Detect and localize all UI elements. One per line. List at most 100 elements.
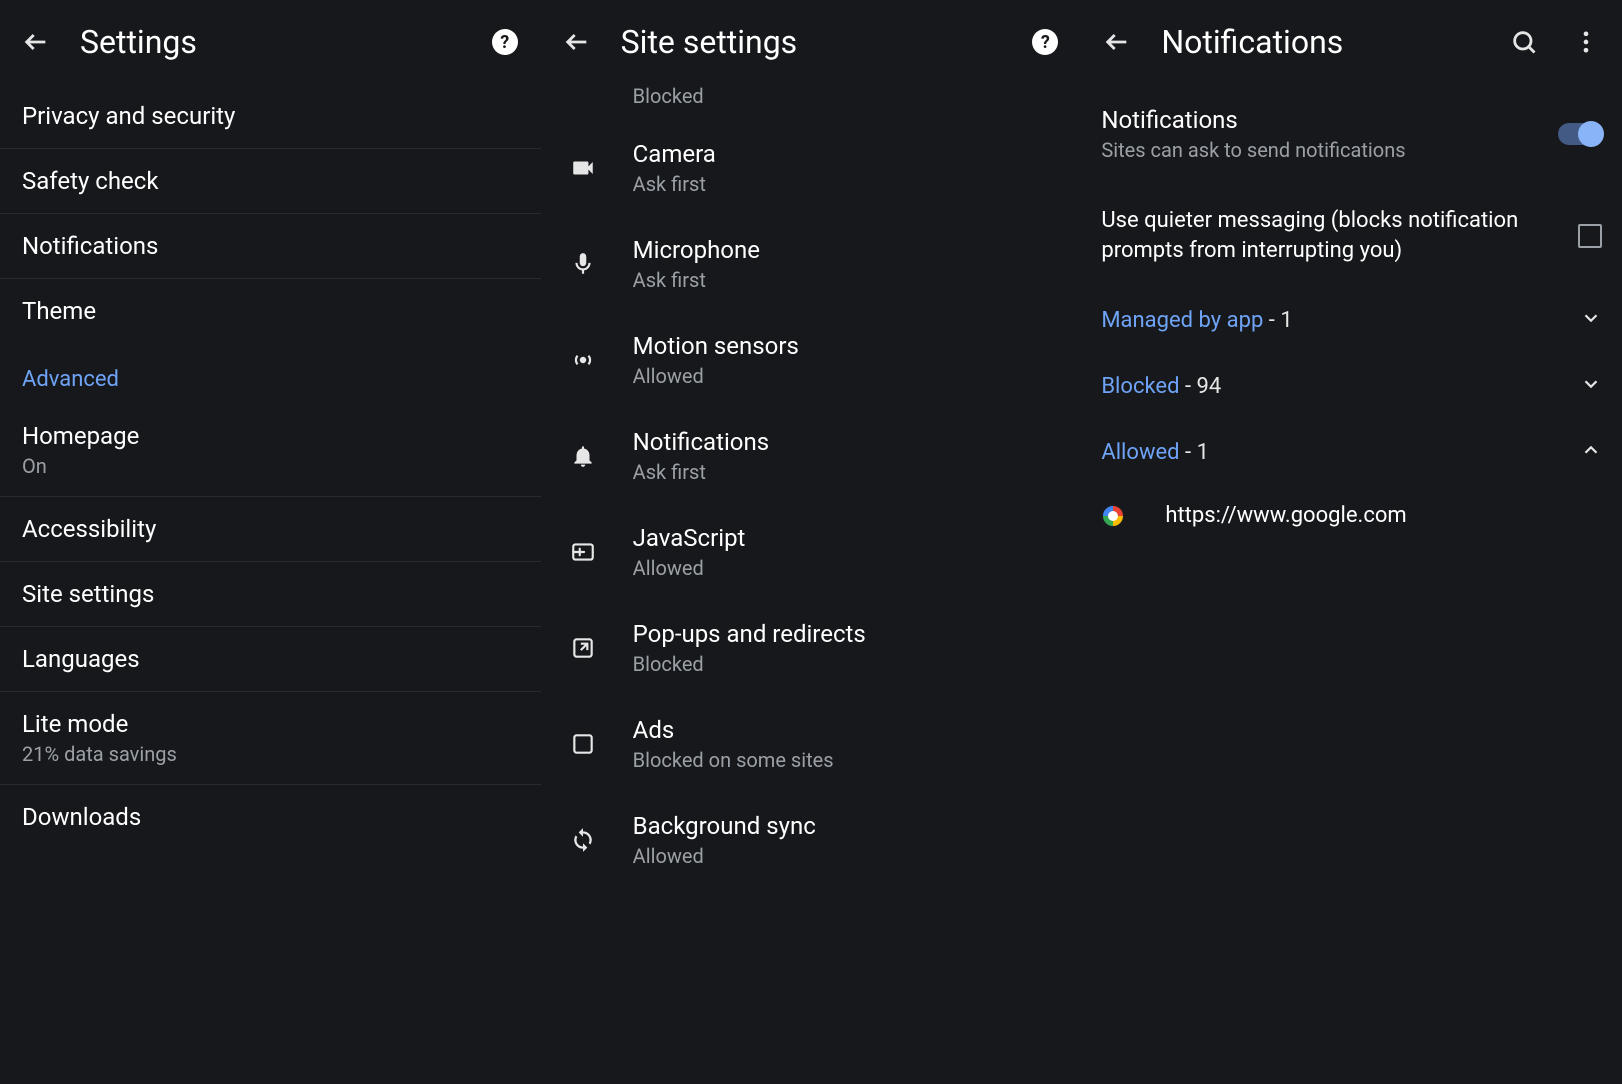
group-blocked[interactable]: Blocked - 94 [1081,353,1622,419]
arrow-back-icon [22,28,50,56]
settings-item-homepage[interactable]: Homepage On [0,404,541,497]
item-label: Pop-ups and redirects [633,620,866,648]
search-button[interactable] [1506,24,1542,60]
back-button[interactable] [559,24,595,60]
settings-panel: Settings ? Privacy and security Safety c… [0,0,541,1084]
item-label: Use quieter messaging (blocks notificati… [1101,206,1560,265]
partial-item-sublabel: Blocked [541,84,1082,120]
notifications-title: Notifications [1161,23,1480,61]
popup-icon [570,635,596,661]
item-label: Downloads [22,803,519,831]
settings-item-downloads[interactable]: Downloads [0,785,541,849]
item-label: Camera [633,140,716,168]
ads-icon [570,731,596,757]
settings-item-theme[interactable]: Theme [0,279,541,343]
notifications-master-toggle-row[interactable]: Notifications Sites can ask to send noti… [1081,84,1622,184]
notifications-toggle[interactable] [1558,123,1602,145]
site-settings-title: Site settings [621,23,1002,61]
site-setting-motion[interactable]: Motion sensors Allowed [541,312,1082,408]
bell-icon [570,443,596,469]
group-name: Allowed [1101,440,1179,465]
item-sublabel: Allowed [633,364,799,388]
settings-item-accessibility[interactable]: Accessibility [0,497,541,562]
settings-title: Settings [80,23,461,61]
site-settings-toolbar: Site settings ? [541,0,1082,84]
site-setting-popups[interactable]: Pop-ups and redirects Blocked [541,600,1082,696]
site-setting-notifications[interactable]: Notifications Ask first [541,408,1082,504]
arrow-back-icon [563,28,591,56]
sync-icon [570,827,596,853]
site-setting-ads[interactable]: Ads Blocked on some sites [541,696,1082,792]
item-label: JavaScript [633,524,746,552]
site-setting-javascript[interactable]: JavaScript Allowed [541,504,1082,600]
item-label: Notifications [1101,106,1540,134]
more-vert-icon [1572,28,1600,56]
item-sublabel: Blocked [633,652,866,676]
item-label: Ads [633,716,834,744]
back-button[interactable] [1099,24,1135,60]
settings-item-safety[interactable]: Safety check [0,149,541,214]
item-label: Safety check [22,167,519,195]
back-button[interactable] [18,24,54,60]
item-label: Accessibility [22,515,519,543]
group-count: - 1 [1269,308,1293,333]
item-label: Microphone [633,236,760,264]
site-settings-panel: Site settings ? Blocked Camera Ask first… [541,0,1082,1084]
item-sublabel: Ask first [633,172,716,196]
item-sublabel: On [22,454,519,478]
help-button[interactable]: ? [1027,24,1063,60]
quieter-messaging-row[interactable]: Use quieter messaging (blocks notificati… [1081,184,1622,287]
help-button[interactable]: ? [487,24,523,60]
help-icon: ? [492,29,518,55]
group-name: Managed by app [1101,308,1263,333]
item-sublabel: Ask first [633,268,760,292]
allowed-site-row[interactable]: https://www.google.com [1081,485,1622,546]
motion-sensors-icon [570,347,596,373]
settings-item-languages[interactable]: Languages [0,627,541,692]
group-count: - 94 [1185,374,1221,399]
item-sublabel: 21% data savings [22,742,519,766]
item-sublabel: Blocked on some sites [633,748,834,772]
site-setting-background-sync[interactable]: Background sync Allowed [541,792,1082,888]
site-setting-microphone[interactable]: Microphone Ask first [541,216,1082,312]
item-label: Languages [22,645,519,673]
item-label: Site settings [22,580,519,608]
settings-item-privacy[interactable]: Privacy and security [0,84,541,149]
item-label: Notifications [633,428,769,456]
site-url: https://www.google.com [1165,503,1406,528]
settings-item-notifications[interactable]: Notifications [0,214,541,279]
item-label: Background sync [633,812,816,840]
search-icon [1510,28,1538,56]
notifications-panel: Notifications Notifications Sites can as… [1081,0,1622,1084]
camera-icon [570,155,596,181]
item-label: Homepage [22,422,519,450]
settings-item-litemode[interactable]: Lite mode 21% data savings [0,692,541,785]
item-label: Privacy and security [22,102,519,130]
chevron-down-icon [1580,307,1602,333]
notifications-toolbar: Notifications [1081,0,1622,84]
javascript-icon [570,539,596,565]
settings-item-sitesettings[interactable]: Site settings [0,562,541,627]
group-name: Blocked [1101,374,1179,399]
google-favicon-icon [1101,504,1125,528]
microphone-icon [570,251,596,277]
arrow-back-icon [1103,28,1131,56]
site-setting-camera[interactable]: Camera Ask first [541,120,1082,216]
chevron-up-icon [1580,439,1602,465]
site-settings-list: Camera Ask first Microphone Ask first Mo… [541,120,1082,888]
quieter-messaging-checkbox[interactable] [1578,224,1602,248]
group-allowed[interactable]: Allowed - 1 [1081,419,1622,485]
section-advanced: Advanced [0,343,541,404]
item-sublabel: Allowed [633,556,746,580]
item-sublabel: Allowed [633,844,816,868]
group-managed-by-app[interactable]: Managed by app - 1 [1081,287,1622,353]
group-count: - 1 [1185,440,1209,465]
more-button[interactable] [1568,24,1604,60]
chevron-down-icon [1580,373,1602,399]
item-label: Motion sensors [633,332,799,360]
item-label: Theme [22,297,519,325]
item-label: Notifications [22,232,519,260]
item-sublabel: Ask first [633,460,769,484]
help-icon: ? [1032,29,1058,55]
settings-toolbar: Settings ? [0,0,541,84]
